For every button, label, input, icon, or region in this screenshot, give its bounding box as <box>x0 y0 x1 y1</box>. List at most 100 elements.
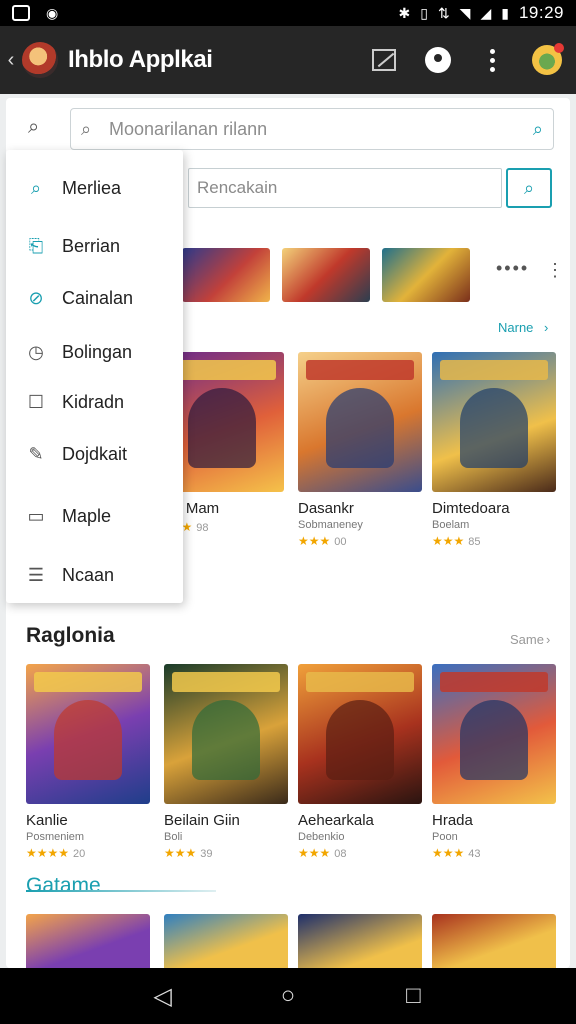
see-more-link[interactable]: Narne <box>498 320 533 335</box>
home-circle-icon[interactable]: ○ <box>268 982 308 1010</box>
section-divider <box>26 890 216 892</box>
drawer-item-label: Maple <box>62 505 112 526</box>
game-card[interactable]: Kanlie Posmeniem ★★★★ 20 <box>26 664 150 860</box>
drawer-item-message[interactable]: ▭ Maple <box>6 496 183 536</box>
game-title: Hrada <box>432 812 473 829</box>
star-rating: ★★★★ <box>26 846 70 860</box>
game-card[interactable]: Hrada Poon ★★★ 43 <box>432 664 556 860</box>
game-cover[interactable] <box>298 914 422 968</box>
drawer-item-label: Ncaan <box>62 564 115 585</box>
more-vert-icon[interactable]: ⋮ <box>546 260 564 281</box>
app-bar: ‹ Ihblo Applkai <box>0 26 576 94</box>
drawer-item-label: Berrian <box>62 235 121 256</box>
pin-icon: ✎ <box>28 443 44 464</box>
secondary-search-input[interactable]: Rencakain <box>188 168 502 208</box>
game-card[interactable]: Aehearkala Debenkio ★★★ 08 <box>298 664 422 860</box>
thumb-image[interactable] <box>182 248 270 302</box>
rating-value: 98 <box>196 522 209 534</box>
star-rating: ★★★ <box>298 534 331 548</box>
drawer-item-pin[interactable]: ✎ Dojdkait <box>6 434 183 474</box>
rating: ★★★ 43 <box>432 846 556 860</box>
game-cover <box>432 664 556 804</box>
status-bar: ◉ ✱ ▯ ⇅ ◥ ◢ ▮ 19:29 <box>0 0 576 26</box>
rating: ★★★★ 20 <box>26 846 150 860</box>
back-arrow-icon[interactable]: ‹ <box>0 49 22 72</box>
rating-value: 43 <box>468 848 481 860</box>
rating-value: 39 <box>200 848 213 860</box>
game-cover <box>298 664 422 804</box>
star-rating: ★★★ <box>432 534 465 548</box>
game-title: Kanlie <box>26 812 68 829</box>
game-subtitle: Boelam <box>432 519 470 531</box>
game-cover[interactable] <box>164 914 288 968</box>
game-card[interactable]: Dasankr Sobmaneney ★★★ 00 <box>298 352 422 548</box>
rating-value: 00 <box>334 536 347 548</box>
game-title: Dasankr <box>298 500 354 517</box>
drawer-item-label: Kidradn <box>62 391 125 412</box>
list-icon: ☰ <box>27 564 45 585</box>
search-icon: ⌕ <box>30 177 42 198</box>
star-rating: ★★★ <box>298 846 331 860</box>
rating: ★★★ 00 <box>298 534 422 548</box>
chat-notification-icon: ◉ <box>46 5 59 21</box>
rating: ★★★ 85 <box>432 534 556 548</box>
drawer-item-label: Dojdkait <box>62 443 128 464</box>
drawer-item-edit[interactable]: ⊘ Cainalan <box>6 278 183 318</box>
featured-thumbs <box>182 248 470 302</box>
search-input[interactable]: ⌕ Moonarilanan rilann ⌕ <box>70 108 554 150</box>
game-cover[interactable] <box>26 914 150 968</box>
game-card[interactable]: Beilain Giin Boli ★★★ 39 <box>164 664 288 860</box>
drawer-item-clock[interactable]: ◷ Bolingan <box>6 332 183 372</box>
data-icon: ⇅ <box>437 5 450 21</box>
drawer-item-square[interactable]: ☐ Kidradn <box>6 382 183 422</box>
signal-icon: ◢ <box>480 5 492 21</box>
more-vert-icon[interactable] <box>478 46 506 74</box>
drawer-item-list[interactable]: ☰ Ncaan <box>6 555 183 595</box>
game-subtitle: Sobmaneney <box>298 519 363 531</box>
rating-value: 08 <box>334 848 347 860</box>
square-icon: ☐ <box>27 391 45 412</box>
bookmark-icon: ⎗ <box>28 235 44 256</box>
game-title: Aehearkala <box>298 812 374 829</box>
drawer-item-search[interactable]: ⌕ Merliea <box>6 168 183 208</box>
search-placeholder: Moonarilanan rilann <box>109 118 268 139</box>
game-cover[interactable] <box>432 914 556 968</box>
chevron-right-icon[interactable]: › <box>546 632 550 647</box>
section-title: Gatame <box>26 874 101 897</box>
game-title: Beilain Giin <box>164 812 240 829</box>
app-logo <box>22 42 58 78</box>
system-nav-bar: ◁ ○ □ <box>0 968 576 1024</box>
star-rating: ★★★ <box>432 846 465 860</box>
chevron-right-icon[interactable]: › <box>544 320 548 335</box>
image-notification-icon <box>12 5 30 21</box>
game-subtitle: Debenkio <box>298 831 345 843</box>
rating-value: 20 <box>73 848 86 860</box>
wifi-icon: ◥ <box>459 5 471 21</box>
drawer-item-label: Bolingan <box>62 341 133 362</box>
search-submit-icon[interactable]: ⌕ <box>533 119 543 140</box>
cast-icon[interactable] <box>370 46 398 74</box>
game-cover <box>432 352 556 492</box>
see-more-link[interactable]: Same <box>510 632 544 647</box>
game-cover <box>164 664 288 804</box>
game-subtitle: Posmeniem <box>26 831 85 843</box>
drawer-item-label: Merliea <box>62 177 122 198</box>
drawer-item-bookmark[interactable]: ⎗ Berrian <box>6 226 183 266</box>
profile-face-icon[interactable] <box>424 46 452 74</box>
app-title: Ihblo Applkai <box>68 46 213 73</box>
game-card[interactable]: Dimtedoara Boelam ★★★ 85 <box>432 352 556 548</box>
vibrate-icon: ▯ <box>420 5 428 21</box>
secondary-search-button[interactable]: ⌕ <box>506 168 552 208</box>
battery-icon: ▮ <box>501 5 509 21</box>
search-field-icon: ⌕ <box>81 118 92 139</box>
more-horiz-icon[interactable]: •••• <box>496 258 529 279</box>
thumb-image[interactable] <box>382 248 470 302</box>
drawer-item-label: Cainalan <box>62 287 134 308</box>
recents-square-icon[interactable]: □ <box>393 982 433 1010</box>
game-title: Dimtedoara <box>432 500 510 517</box>
avatar[interactable] <box>532 43 564 75</box>
back-triangle-icon[interactable]: ◁ <box>143 982 183 1011</box>
game-subtitle: Boli <box>164 831 183 843</box>
search-icon[interactable]: ⌕ <box>28 116 39 139</box>
thumb-image[interactable] <box>282 248 370 302</box>
